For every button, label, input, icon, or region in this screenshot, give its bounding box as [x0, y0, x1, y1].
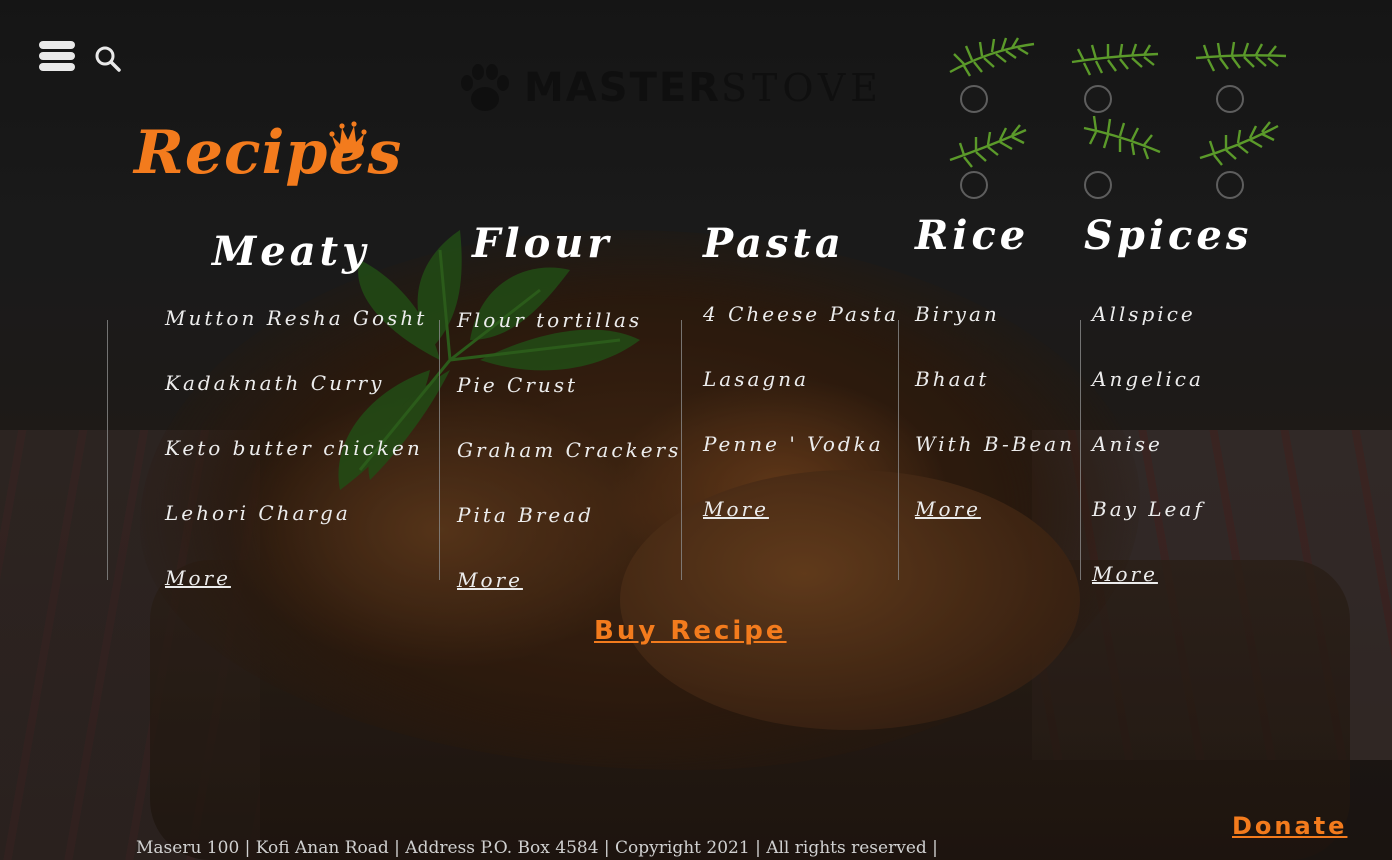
rosemary-icon — [1071, 43, 1159, 76]
recipe-link[interactable]: Kadaknath Curry — [165, 371, 384, 395]
column-divider — [1080, 320, 1081, 580]
recipe-link[interactable]: Allspice — [1092, 302, 1196, 326]
recipe-link[interactable]: Bay Leaf — [1092, 497, 1205, 521]
more-link-spices[interactable]: More — [1092, 562, 1158, 586]
recipe-link[interactable]: Biryan — [915, 302, 1000, 326]
swatch-radio-5[interactable] — [1084, 171, 1112, 199]
swatch-radio-4[interactable] — [960, 171, 988, 199]
donate-button[interactable]: Donate — [1232, 812, 1347, 840]
recipe-link[interactable]: 4 Cheese Pasta — [703, 302, 899, 326]
swatch-radio-1[interactable] — [960, 85, 988, 113]
recipe-link[interactable]: Pie Crust — [457, 373, 578, 397]
rosemary-icon — [949, 37, 1035, 77]
more-link-rice[interactable]: More — [915, 497, 981, 521]
recipe-link[interactable]: Bhaat — [915, 367, 989, 391]
more-link-meaty[interactable]: More — [165, 566, 231, 590]
column-divider — [107, 320, 108, 580]
recipe-link[interactable]: Lasagna — [703, 367, 809, 391]
recipe-link[interactable]: Keto butter chicken — [165, 436, 423, 460]
recipe-link[interactable]: Pita Bread — [457, 503, 594, 527]
column-divider — [898, 320, 899, 580]
recipe-link[interactable]: Lehori Charga — [165, 501, 351, 525]
logo-word-stove: STOVE — [720, 66, 884, 110]
crown-icon — [329, 121, 367, 154]
more-link-flour[interactable]: More — [457, 568, 523, 592]
category-heading-flour[interactable]: Flour — [472, 220, 612, 267]
menu-icon[interactable] — [39, 41, 75, 71]
rosemary-icon — [1195, 41, 1287, 72]
recipe-link[interactable]: Penne ' Vodka — [703, 432, 884, 456]
category-heading-spices[interactable]: Spices — [1084, 212, 1252, 259]
recipe-link[interactable]: Anise — [1092, 432, 1163, 456]
logo[interactable]: MASTER STOVE — [458, 60, 883, 116]
rosemary-icon — [1199, 121, 1279, 166]
swatch-radio-2[interactable] — [1084, 85, 1112, 113]
column-divider — [439, 320, 440, 580]
swatch-radio-6[interactable] — [1216, 171, 1244, 199]
more-link-pasta[interactable]: More — [703, 497, 769, 521]
rosemary-icon — [1083, 115, 1161, 160]
recipe-link[interactable]: Flour tortillas — [457, 308, 642, 332]
recipe-link[interactable]: Angelica — [1092, 367, 1204, 391]
category-heading-pasta[interactable]: Pasta — [703, 220, 845, 267]
category-heading-rice[interactable]: Rice — [915, 212, 1029, 259]
search-icon[interactable] — [94, 45, 122, 73]
swatch-radio-3[interactable] — [1216, 85, 1244, 113]
rosemary-icon — [949, 124, 1027, 168]
paw-icon — [461, 64, 509, 111]
footer-text: Maseru 100 | Kofi Anan Road | Address P.… — [136, 838, 938, 858]
category-heading-meaty[interactable]: Meaty — [212, 228, 369, 275]
recipe-link[interactable]: Graham Crackers — [457, 438, 681, 462]
logo-word-master: MASTER — [524, 65, 721, 111]
buy-recipe-button[interactable]: Buy Recipe — [594, 616, 787, 646]
recipe-link[interactable]: With B-Bean — [915, 432, 1075, 456]
recipe-link[interactable]: Mutton Resha Gosht — [165, 306, 427, 330]
